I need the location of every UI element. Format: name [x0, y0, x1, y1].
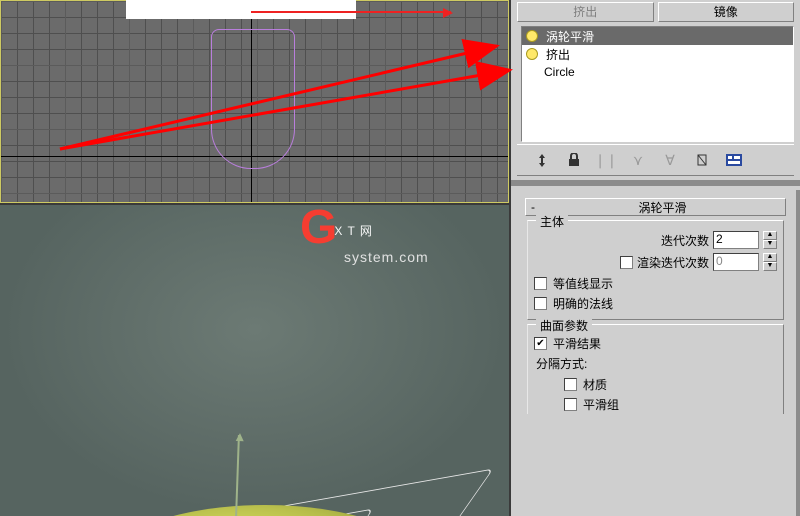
rollup-scrollbar[interactable] — [796, 190, 800, 516]
group-main-label: 主体 — [536, 213, 568, 230]
group-surface-params: 曲面参数 ✔ 平滑结果 分隔方式: 材质 平滑组 — [527, 324, 784, 414]
bracket-icon[interactable]: ⋎ — [629, 151, 647, 169]
iterations-row: 迭代次数 2 ▲▼ — [534, 229, 777, 251]
by-smoothgroup-label: 平滑组 — [583, 396, 619, 413]
viewport-bg — [0, 205, 509, 516]
iterations-spinner[interactable]: ▲▼ — [763, 231, 777, 249]
object-wireframe-bounds — [40, 495, 480, 516]
panel-divider[interactable] — [511, 180, 800, 186]
modifier-row-extrude[interactable]: 挤出 — [522, 45, 793, 63]
pin-icon[interactable] — [533, 151, 551, 169]
by-material-label: 材质 — [583, 376, 607, 393]
iterations-label: 迭代次数 — [661, 232, 709, 249]
config-icon[interactable] — [725, 151, 743, 169]
explicit-normals-checkbox-row[interactable]: 明确的法线 — [534, 293, 777, 313]
isoline-checkbox[interactable] — [534, 277, 547, 290]
by-smoothgroup-checkbox[interactable] — [564, 398, 577, 411]
command-panel: 挤出 镜像 涡轮平滑 挤出 Circle ❘❘ ⋎ ∀ — [511, 0, 800, 516]
modifier-label: Circle — [544, 65, 575, 79]
by-material-checkbox[interactable] — [564, 378, 577, 391]
modifier-stack-toolbar: ❘❘ ⋎ ∀ — [517, 144, 794, 176]
spline-wireframe — [211, 29, 295, 169]
modifier-row-turbosmooth[interactable]: 涡轮平滑 — [522, 27, 793, 45]
lock-icon[interactable] — [565, 151, 583, 169]
by-material-row[interactable]: 材质 — [534, 374, 777, 394]
viewport-perspective[interactable] — [0, 205, 509, 516]
smooth-result-label: 平滑结果 — [553, 335, 601, 352]
lightbulb-icon[interactable] — [526, 48, 538, 60]
rollup-scroll-area[interactable]: - 涡轮平滑 主体 迭代次数 2 ▲▼ 渲染迭代次数 0 ▲▼ — [515, 190, 800, 516]
transform-gizmo-x-arrow[interactable] — [251, 11, 451, 13]
render-iters-label: 渲染迭代次数 — [637, 254, 709, 271]
collapse-icon[interactable]: - — [526, 200, 540, 214]
iterations-input[interactable]: 2 — [713, 231, 759, 249]
extrude-button[interactable]: 挤出 — [517, 2, 654, 22]
separate-by-label: 分隔方式: — [534, 353, 777, 374]
isoline-checkbox-row[interactable]: 等值线显示 — [534, 273, 777, 293]
remove-icon[interactable] — [693, 151, 711, 169]
unique-icon[interactable]: ∀ — [661, 151, 679, 169]
mirror-button[interactable]: 镜像 — [658, 2, 795, 22]
rollup-title: 涡轮平滑 — [540, 199, 785, 216]
render-iters-checkbox[interactable] — [620, 256, 633, 269]
selected-object-bounds — [126, 0, 356, 19]
explicit-normals-checkbox[interactable] — [534, 297, 547, 310]
render-iters-spinner[interactable]: ▲▼ — [763, 253, 777, 271]
show-end-icon[interactable]: ❘❘ — [597, 151, 615, 169]
modifier-label: 涡轮平滑 — [546, 28, 594, 45]
isoline-label: 等值线显示 — [553, 275, 613, 292]
smooth-result-checkbox[interactable]: ✔ — [534, 337, 547, 350]
modifier-label: 挤出 — [546, 46, 570, 63]
smooth-result-row[interactable]: ✔ 平滑结果 — [534, 333, 777, 353]
render-iters-input[interactable]: 0 — [713, 253, 759, 271]
modifier-stack[interactable]: 涡轮平滑 挤出 Circle — [521, 26, 794, 142]
modifier-row-base-circle[interactable]: Circle — [522, 63, 793, 81]
group-surface-label: 曲面参数 — [536, 317, 592, 334]
explicit-normals-label: 明确的法线 — [553, 295, 613, 312]
lightbulb-icon[interactable] — [526, 30, 538, 42]
render-iterations-row: 渲染迭代次数 0 ▲▼ — [534, 251, 777, 273]
by-smoothgroup-row[interactable]: 平滑组 — [534, 394, 777, 414]
viewport-top-orthographic[interactable] — [0, 0, 509, 203]
group-main: 主体 迭代次数 2 ▲▼ 渲染迭代次数 0 ▲▼ 等值线显示 — [527, 220, 784, 320]
